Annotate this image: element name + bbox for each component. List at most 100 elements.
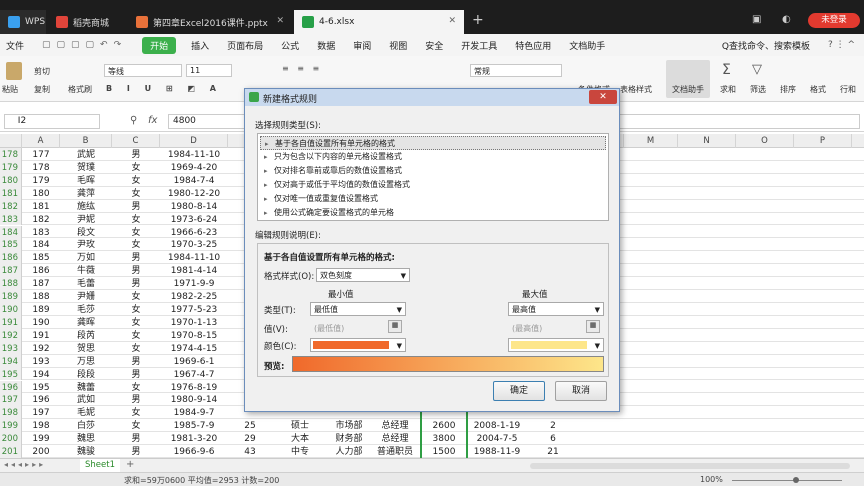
- rule-type-item[interactable]: ▸ 仅对高于或低于平均值的数值设置格式: [260, 178, 606, 192]
- wps-home-tab[interactable]: WPS: [0, 10, 46, 34]
- row-number[interactable]: 201: [0, 445, 22, 458]
- cancel-button[interactable]: 取消: [555, 381, 607, 401]
- tab-xlsx[interactable]: 4-6.xlsx ✕: [294, 10, 464, 34]
- table-cell[interactable]: 男: [112, 368, 160, 382]
- table-cell[interactable]: 女: [112, 187, 160, 201]
- table-cell[interactable]: 180: [22, 187, 60, 201]
- table-cell[interactable]: 男: [112, 432, 160, 446]
- table-cell[interactable]: 1984-11-10: [160, 251, 228, 265]
- row-number[interactable]: 197: [0, 393, 22, 407]
- row-number[interactable]: 200: [0, 432, 22, 446]
- table-cell[interactable]: 1967-4-7: [160, 368, 228, 382]
- table-cell[interactable]: 1970-3-25: [160, 238, 228, 252]
- table-cell[interactable]: 普通职员: [370, 445, 420, 459]
- row-number[interactable]: 184: [0, 225, 22, 239]
- row-number[interactable]: 179: [0, 160, 22, 174]
- tab-pptx[interactable]: 第四章Excel2016课件.pptx ✕: [128, 10, 292, 34]
- table-cell[interactable]: 2008-1-19: [468, 419, 526, 433]
- col-header[interactable]: A: [22, 134, 60, 148]
- table-cell[interactable]: 段芮: [60, 329, 112, 343]
- table-cell[interactable]: 192: [22, 342, 60, 356]
- table-cell[interactable]: 183: [22, 226, 60, 240]
- table-cell[interactable]: 179: [22, 174, 60, 188]
- menu-doc-helper[interactable]: 文档助手: [560, 39, 614, 52]
- table-cell[interactable]: 龚晖: [60, 316, 112, 330]
- table-cell[interactable]: 1981-4-14: [160, 264, 228, 278]
- table-cell[interactable]: 魏思: [60, 432, 112, 446]
- menu-review[interactable]: 审阅: [344, 39, 380, 52]
- table-cell[interactable]: 女: [112, 329, 160, 343]
- tab-store[interactable]: 稻壳商城: [48, 10, 126, 34]
- toolbar-quick-icons[interactable]: ▢▢▢▢↶↷: [33, 40, 136, 50]
- table-cell[interactable]: 男: [112, 355, 160, 369]
- table-cell[interactable]: 1969-6-1: [160, 355, 228, 369]
- filter-button[interactable]: 筛选: [750, 84, 766, 95]
- row-number[interactable]: 178: [0, 148, 22, 161]
- table-cell[interactable]: 21: [526, 445, 580, 459]
- table-cell[interactable]: 1981-3-20: [160, 432, 228, 446]
- table-cell[interactable]: 29: [228, 432, 272, 446]
- table-cell[interactable]: 1985-7-9: [160, 419, 228, 433]
- table-cell[interactable]: 牛薇: [60, 264, 112, 278]
- menu-formula[interactable]: 公式: [272, 39, 308, 52]
- col-header[interactable]: N: [678, 134, 736, 148]
- table-cell[interactable]: 女: [112, 161, 160, 175]
- zoom-search-icon[interactable]: ⚲: [130, 115, 137, 126]
- table-cell[interactable]: 男: [112, 264, 160, 278]
- menu-page-layout[interactable]: 页面布局: [218, 39, 272, 52]
- doc-helper-button[interactable]: 文档助手: [672, 84, 704, 95]
- format-painter-button[interactable]: 格式刷: [68, 84, 92, 95]
- table-cell[interactable]: 段段: [60, 368, 112, 382]
- font-name-select[interactable]: 等线: [104, 64, 182, 77]
- table-cell[interactable]: 男: [112, 277, 160, 291]
- row-number[interactable]: 187: [0, 264, 22, 278]
- dialog-close-button[interactable]: ✕: [589, 90, 617, 104]
- menu-security[interactable]: 安全: [416, 39, 452, 52]
- table-cell[interactable]: 43: [228, 445, 272, 459]
- max-value-input[interactable]: (最高值): [512, 323, 542, 334]
- table-cell[interactable]: 186: [22, 264, 60, 278]
- table-cell[interactable]: 1973-6-24: [160, 213, 228, 227]
- row-number[interactable]: 182: [0, 199, 22, 213]
- col-header[interactable]: P: [794, 134, 852, 148]
- row-number[interactable]: 188: [0, 277, 22, 291]
- table-cell[interactable]: 女: [112, 342, 160, 356]
- menu-developer[interactable]: 开发工具: [452, 39, 506, 52]
- help-icon[interactable]: ? ⋮ ^: [819, 40, 864, 50]
- menu-data[interactable]: 数据: [308, 39, 344, 52]
- table-cell[interactable]: 女: [112, 290, 160, 304]
- menu-view[interactable]: 视图: [380, 39, 416, 52]
- table-cell[interactable]: 段文: [60, 226, 112, 240]
- table-cell[interactable]: 1977-5-23: [160, 303, 228, 317]
- rowcol-button[interactable]: 行和: [840, 84, 856, 95]
- menu-home[interactable]: 开始: [142, 36, 177, 54]
- table-style-button[interactable]: 表格样式: [620, 84, 652, 95]
- table-cell[interactable]: 188: [22, 290, 60, 304]
- select-all-corner[interactable]: [0, 134, 22, 148]
- row-number[interactable]: 199: [0, 419, 22, 433]
- table-cell[interactable]: 男: [112, 393, 160, 407]
- table-cell[interactable]: 1970-1-13: [160, 316, 228, 330]
- table-cell[interactable]: 1966-6-23: [160, 226, 228, 240]
- col-header[interactable]: M: [624, 134, 678, 148]
- table-cell[interactable]: 1976-8-19: [160, 381, 228, 395]
- max-type-select[interactable]: 最高值 ▼: [508, 302, 604, 316]
- table-cell[interactable]: 中专: [272, 445, 328, 459]
- row-number[interactable]: 196: [0, 380, 22, 394]
- rule-type-item[interactable]: ▸ 仅对唯一值或重复值设置格式: [260, 192, 606, 206]
- table-cell[interactable]: 白莎: [60, 419, 112, 433]
- table-cell[interactable]: 6: [526, 432, 580, 446]
- min-color-select[interactable]: ▼: [310, 338, 406, 352]
- rule-type-item[interactable]: ▸ 只为包含以下内容的单元格设置格式: [260, 150, 606, 164]
- max-color-select[interactable]: ▼: [508, 338, 604, 352]
- row-number[interactable]: 185: [0, 238, 22, 252]
- table-cell[interactable]: 女: [112, 174, 160, 188]
- paste-button[interactable]: 粘贴: [2, 84, 18, 95]
- table-cell[interactable]: 武如: [60, 393, 112, 407]
- table-cell[interactable]: 2: [526, 419, 580, 433]
- min-range-picker-icon[interactable]: ▦: [388, 320, 402, 333]
- table-cell[interactable]: 龚萍: [60, 187, 112, 201]
- table-cell[interactable]: 177: [22, 148, 60, 162]
- table-cell[interactable]: 尹姗: [60, 290, 112, 304]
- table-cell[interactable]: 贺璞: [60, 161, 112, 175]
